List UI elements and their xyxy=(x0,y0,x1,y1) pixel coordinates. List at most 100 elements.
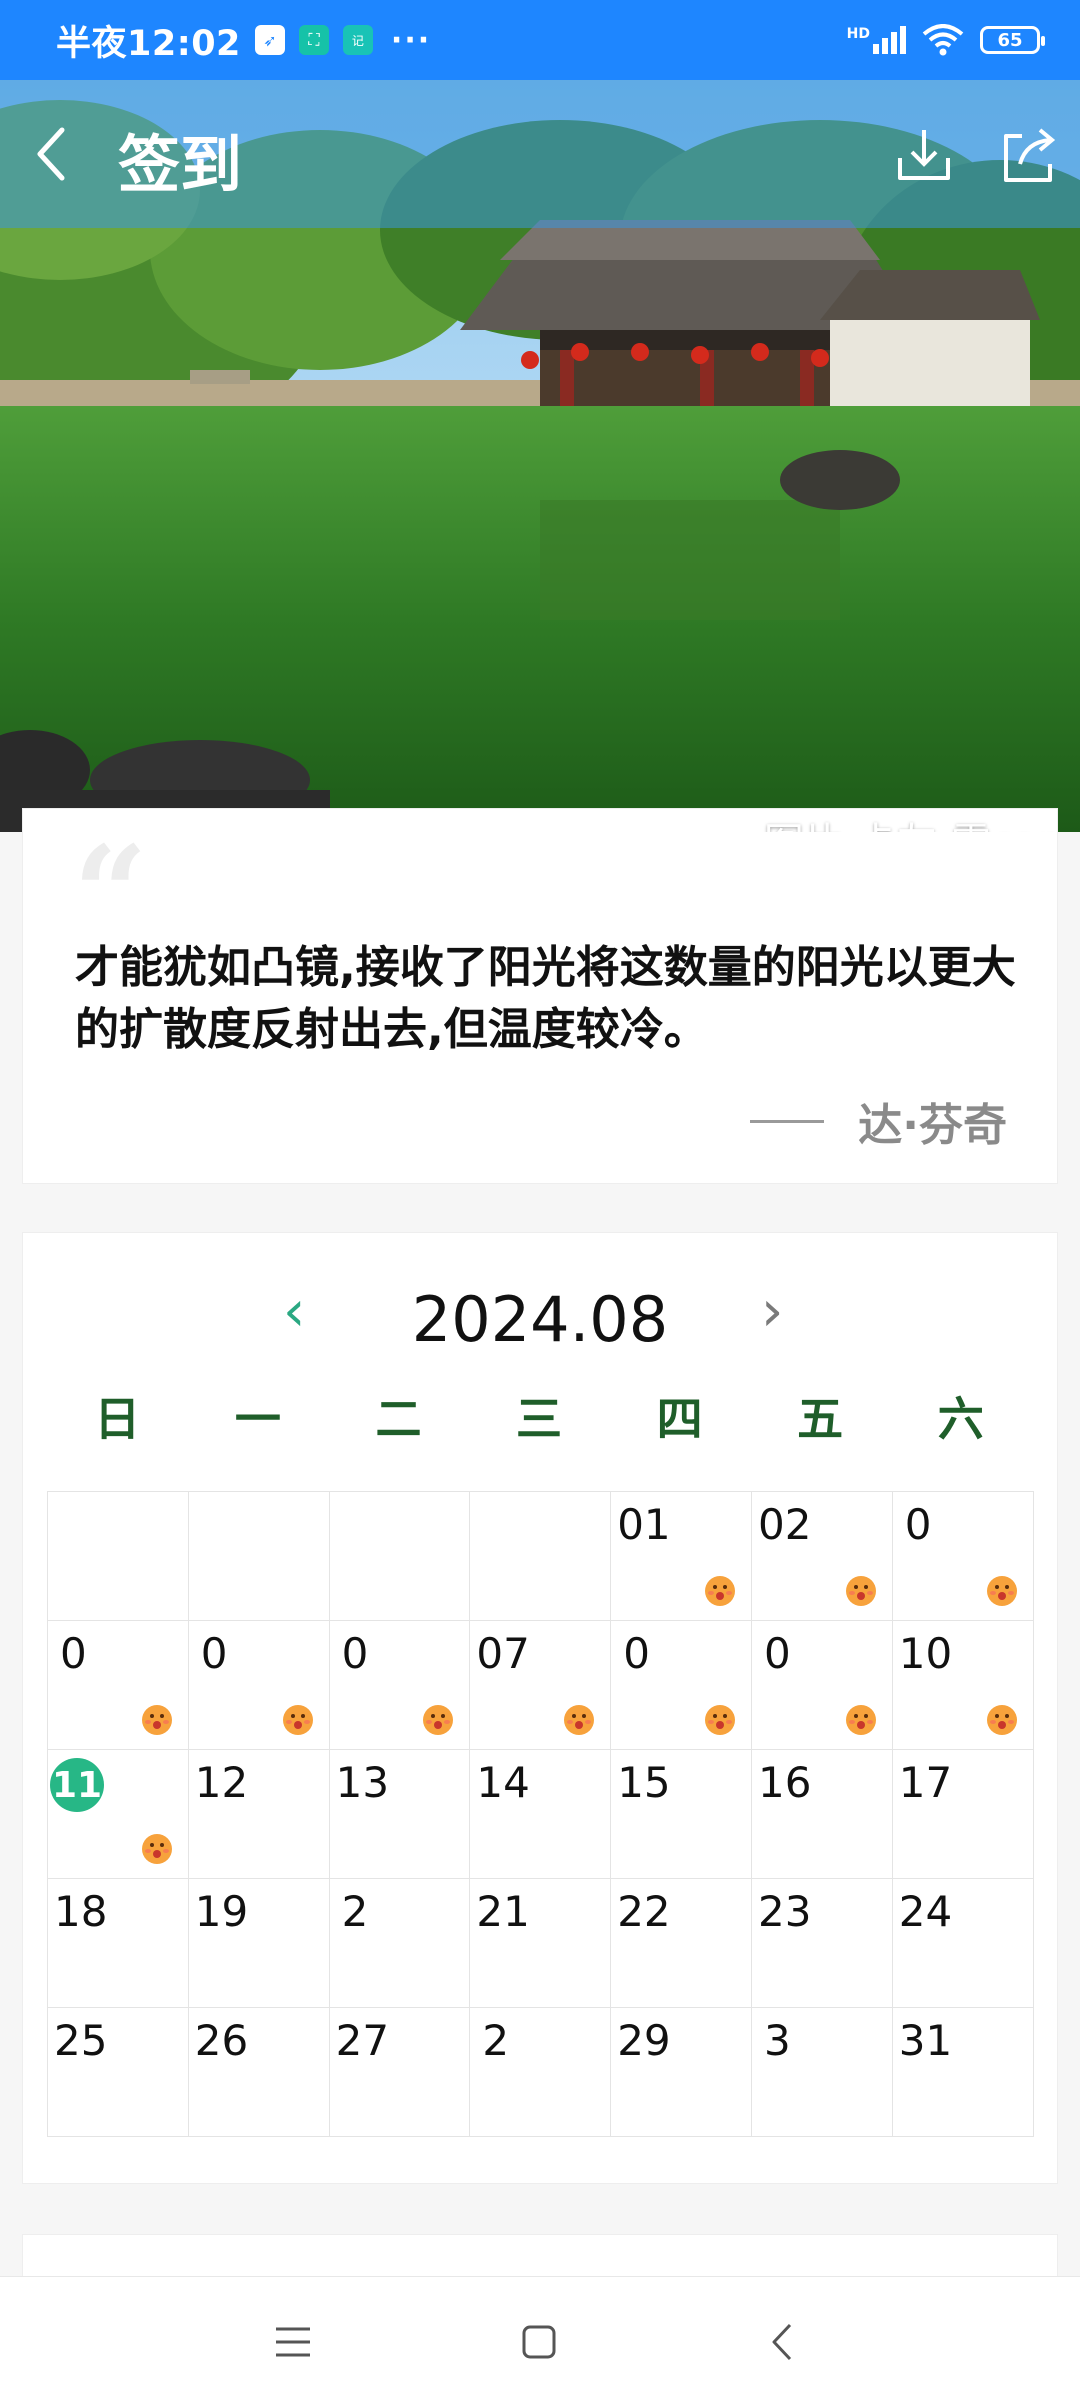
day-number: 21 xyxy=(476,1887,530,1936)
wifi-icon xyxy=(922,24,964,56)
day-number: 19 xyxy=(194,1887,249,1936)
calendar-day-cell[interactable]: 22 xyxy=(611,1879,752,2008)
calendar-day-cell xyxy=(329,1492,471,1621)
network-type-label: HD xyxy=(846,26,870,42)
image-credit: 图片 卡友-雷car xyxy=(764,810,1054,832)
calendar-day-cell[interactable]: 14 xyxy=(470,1750,612,1879)
calendar-day-cell[interactable]: 0 xyxy=(751,1621,893,1750)
calendar-day-cell[interactable]: 0 xyxy=(188,1621,330,1750)
weekday-label: 四 xyxy=(656,1392,703,1446)
calendar-day-cell[interactable]: 15 xyxy=(611,1750,752,1879)
day-number: 12 xyxy=(194,1758,249,1807)
weekday-label: 日 xyxy=(94,1392,141,1446)
calendar-day-cell xyxy=(470,1492,612,1621)
day-number: 24 xyxy=(898,1887,953,1936)
signed-emoji-icon xyxy=(845,1705,876,1735)
weekday-label: 一 xyxy=(234,1392,281,1446)
more-notifications-icon: ··· xyxy=(390,22,432,58)
top-bar: 签到 xyxy=(0,80,1080,228)
weekday-label: 六 xyxy=(937,1392,984,1446)
signed-emoji-icon xyxy=(423,1705,454,1735)
calendar-day-cell[interactable]: 27 xyxy=(329,2008,471,2137)
weekday-label: 二 xyxy=(375,1392,422,1446)
prev-month-button[interactable]: ‹ xyxy=(283,1279,305,1344)
calendar-day-cell[interactable]: 16 xyxy=(751,1750,893,1879)
calendar-day-cell[interactable]: 24 xyxy=(892,1879,1034,2008)
calendar-header: 2024.08 ‹ › xyxy=(23,1273,1057,1363)
signed-emoji-icon xyxy=(986,1576,1017,1606)
day-number: 29 xyxy=(617,2016,671,2065)
calendar-day-cell[interactable]: 0 xyxy=(48,1621,189,1750)
day-number: 01 xyxy=(617,1500,671,1549)
back-icon[interactable] xyxy=(28,122,78,186)
home-icon[interactable] xyxy=(514,2317,564,2367)
calendar-day-cell xyxy=(188,1492,330,1621)
calendar-day-cell[interactable]: 31 xyxy=(892,2008,1034,2137)
day-number: 14 xyxy=(476,1758,530,1807)
day-number: 31 xyxy=(898,2016,953,2065)
day-number: 2 xyxy=(341,1887,369,1936)
calendar-day-cell[interactable]: 29 xyxy=(611,2008,752,2137)
signed-emoji-icon xyxy=(845,1576,876,1606)
calendar-day-cell[interactable]: 02 xyxy=(751,1492,893,1621)
calendar-day-cell[interactable]: 11 xyxy=(48,1750,189,1879)
signed-emoji-icon xyxy=(704,1576,735,1606)
calendar-day-cell[interactable]: 13 xyxy=(329,1750,471,1879)
calendar-day-cell[interactable]: 3 xyxy=(751,2008,893,2137)
calendar-day-cell xyxy=(48,1492,189,1621)
navigation-bar xyxy=(0,2276,1080,2401)
signed-emoji-icon xyxy=(141,1834,172,1864)
calendar-day-cell[interactable]: 2 xyxy=(329,1879,471,2008)
day-number: 15 xyxy=(617,1758,671,1807)
download-icon[interactable] xyxy=(892,124,956,188)
day-number: 22 xyxy=(617,1887,671,1936)
calendar-day-cell[interactable]: 12 xyxy=(188,1750,330,1879)
status-time: 半夜12:02 xyxy=(56,23,241,64)
day-number: 18 xyxy=(54,1887,108,1936)
calendar-day-cell[interactable]: 26 xyxy=(188,2008,330,2137)
calendar-day-cell[interactable]: 10 xyxy=(892,1621,1034,1750)
scan-app-icon: ⛶ xyxy=(298,25,329,55)
day-number: 25 xyxy=(54,2016,108,2065)
day-number: 2 xyxy=(482,2016,510,2065)
back-nav-icon[interactable] xyxy=(758,2317,808,2367)
next-month-button[interactable]: › xyxy=(761,1279,783,1344)
weekday-label: 五 xyxy=(797,1392,844,1446)
day-number: 17 xyxy=(898,1758,953,1807)
signed-emoji-icon xyxy=(986,1705,1017,1735)
calendar-grid: 01 02 0 0 0 0 07 0 0 10 11 12 13 14 15 16 17 18 19 2 21 22 23 2… xyxy=(47,1491,1034,2137)
day-number: 26 xyxy=(194,2016,249,2065)
menu-icon[interactable] xyxy=(268,2317,318,2367)
day-number: 02 xyxy=(757,1500,812,1549)
signed-emoji-icon xyxy=(141,1705,172,1735)
today-day-number: 11 xyxy=(50,1758,104,1812)
calendar-day-cell[interactable]: 21 xyxy=(470,1879,612,2008)
share-icon[interactable] xyxy=(996,124,1060,188)
calendar-day-cell[interactable]: 19 xyxy=(188,1879,330,2008)
calendar-day-cell[interactable]: 01 xyxy=(611,1492,752,1621)
calendar-day-cell[interactable]: 17 xyxy=(892,1750,1034,1879)
weekday-label: 三 xyxy=(516,1392,563,1446)
status-bar: 半夜12:02 ➶ ⛶ 记 ··· HD 65 xyxy=(0,0,1080,80)
day-number: 23 xyxy=(757,1887,812,1936)
calendar-day-cell[interactable]: 18 xyxy=(48,1879,189,2008)
calendar-day-cell[interactable]: 0 xyxy=(892,1492,1034,1621)
quote-author: 达·芬奇 xyxy=(858,1100,1007,1151)
notes-app-icon: 记 xyxy=(342,25,373,55)
calendar-day-cell[interactable]: 2 xyxy=(470,2008,612,2137)
calendar-day-cell[interactable]: 0 xyxy=(329,1621,471,1750)
day-number: 0 xyxy=(200,1629,228,1678)
day-number: 16 xyxy=(757,1758,812,1807)
signed-emoji-icon xyxy=(564,1705,595,1735)
calendar-day-cell[interactable]: 25 xyxy=(48,2008,189,2137)
signal-icon: HD xyxy=(847,26,906,54)
day-number: 3 xyxy=(763,2016,791,2065)
calendar-day-cell[interactable]: 23 xyxy=(751,1879,893,2008)
calendar-day-cell[interactable]: 07 xyxy=(470,1621,612,1750)
calendar-month: 2024.08 xyxy=(411,1283,669,1356)
battery-icon: 65 xyxy=(980,26,1045,54)
day-number: 0 xyxy=(763,1629,791,1678)
day-number: 0 xyxy=(623,1629,650,1678)
calendar-day-cell[interactable]: 0 xyxy=(611,1621,752,1750)
day-number: 0 xyxy=(904,1500,932,1549)
